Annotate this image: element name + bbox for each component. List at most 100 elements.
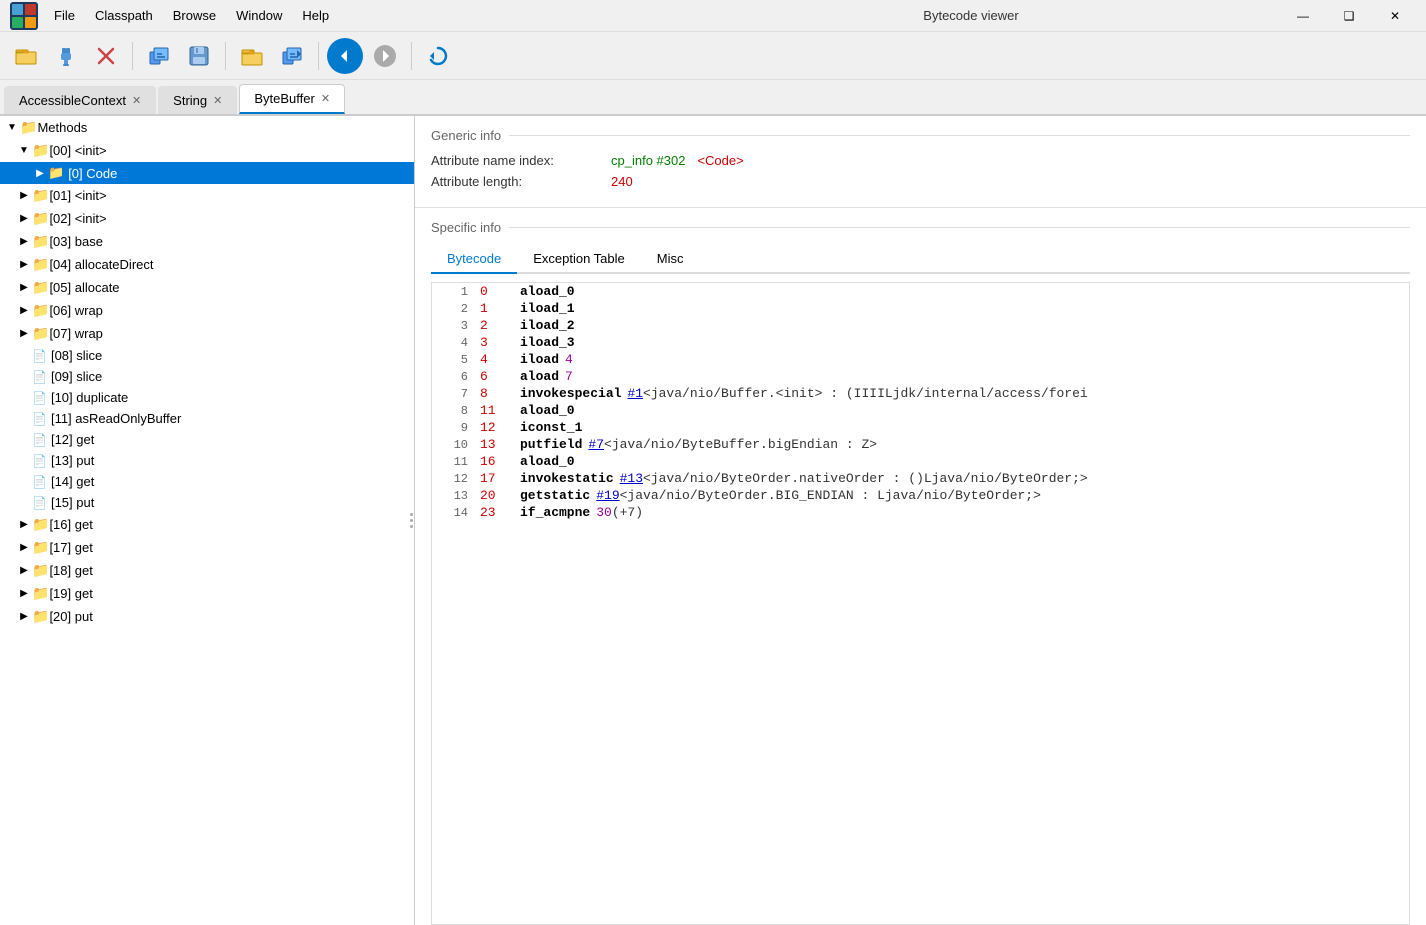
folder-icon: 📁 — [32, 302, 49, 319]
tab-bytebuffer[interactable]: ByteBuffer ✕ — [239, 84, 345, 114]
tab-label: String — [173, 93, 207, 108]
tree-item-01init[interactable]: ▶ 📁 [01] <init> — [0, 184, 414, 207]
line-number: 13 — [440, 489, 468, 503]
menu-window[interactable]: Window — [226, 4, 292, 27]
forward-button[interactable] — [367, 38, 403, 74]
file-icon: 📄 — [32, 370, 47, 384]
tree-item-10duplicate[interactable]: ▶ 📄 [10] duplicate — [0, 387, 414, 408]
tree-expand-icon: ▶ — [16, 282, 32, 293]
app-logo — [8, 0, 40, 32]
tab-close-accessiblecontext[interactable]: ✕ — [132, 94, 141, 107]
tree-methods-root[interactable]: ▼ 📁 Methods — [0, 116, 414, 139]
attribute-name-value-green[interactable]: cp_info #302 — [611, 153, 685, 168]
tree-item-label: [05] allocate — [49, 280, 119, 295]
open-folder-button[interactable] — [234, 38, 270, 74]
tree-item-20put[interactable]: ▶ 📁 [20] put — [0, 605, 414, 628]
tree-item-05allocate[interactable]: ▶ 📁 [05] allocate — [0, 276, 414, 299]
tree-item-16get[interactable]: ▶ 📁 [16] get — [0, 513, 414, 536]
tab-close-string[interactable]: ✕ — [213, 94, 222, 107]
tree-item-18get[interactable]: ▶ 📁 [18] get — [0, 559, 414, 582]
tab-string[interactable]: String ✕ — [158, 86, 237, 114]
tree-item-09slice[interactable]: ▶ 📄 [09] slice — [0, 366, 414, 387]
tree-item-04allocatedirect[interactable]: ▶ 📁 [04] allocateDirect — [0, 253, 414, 276]
tree-expand-icon: ▶ — [16, 328, 32, 339]
tree-item-02init[interactable]: ▶ 📁 [02] <init> — [0, 207, 414, 230]
opcode-ref[interactable]: #1 — [627, 386, 643, 401]
opcode-comment: <java/nio/ByteBuffer.bigEndian : Z> — [604, 437, 877, 452]
tree-item-17get[interactable]: ▶ 📁 [17] get — [0, 536, 414, 559]
panel-resize-handle[interactable] — [408, 116, 414, 925]
tab-close-bytebuffer[interactable]: ✕ — [321, 92, 330, 105]
folder-icon: 📁 — [32, 142, 49, 159]
export-button[interactable] — [274, 38, 310, 74]
close-tab-button[interactable] — [88, 38, 124, 74]
tree-item-13put[interactable]: ▶ 📄 [13] put — [0, 450, 414, 471]
window-controls: — ❑ ✕ — [1280, 0, 1418, 32]
tree-item-08slice[interactable]: ▶ 📄 [08] slice — [0, 345, 414, 366]
line-number: 5 — [440, 353, 468, 367]
tree-item-00init[interactable]: ▼ 📁 [00] <init> — [0, 139, 414, 162]
attribute-length-label: Attribute length: — [431, 174, 611, 189]
menu-browse[interactable]: Browse — [163, 4, 226, 27]
tree-item-label: [14] get — [51, 474, 94, 489]
code-tabs: Bytecode Exception Table Misc — [431, 245, 1410, 274]
opcode-comment: <java/nio/ByteOrder.nativeOrder : ()Ljav… — [643, 471, 1088, 486]
line-number: 14 — [440, 506, 468, 520]
tree-item-label: [0] Code — [68, 166, 117, 181]
left-panel[interactable]: ▼ 📁 Methods ▼ 📁 [00] <init> ▶ 📁 [0] Code… — [0, 116, 415, 925]
tree-item-label: [08] slice — [51, 348, 102, 363]
tree-item-15put[interactable]: ▶ 📄 [15] put — [0, 492, 414, 513]
import-button[interactable] — [141, 38, 177, 74]
tree-item-label: [01] <init> — [49, 188, 106, 203]
file-icon: 📄 — [32, 454, 47, 468]
tree-item-12get[interactable]: ▶ 📄 [12] get — [0, 429, 414, 450]
menu-file[interactable]: File — [44, 4, 85, 27]
code-line: 1 0 aload_0 — [432, 283, 1409, 300]
code-line: 12 17 invokestatic #13 <java/nio/ByteOrd… — [432, 470, 1409, 487]
back-button[interactable] — [327, 38, 363, 74]
tab-misc[interactable]: Misc — [641, 245, 700, 274]
reload-button[interactable] — [420, 38, 456, 74]
tree-item-11asreadonlybuffer[interactable]: ▶ 📄 [11] asReadOnlyBuffer — [0, 408, 414, 429]
line-number: 7 — [440, 387, 468, 401]
byte-offset: 8 — [480, 386, 508, 401]
tab-label: ByteBuffer — [254, 91, 314, 106]
save-button[interactable] — [181, 38, 217, 74]
tree-item-07wrap[interactable]: ▶ 📁 [07] wrap — [0, 322, 414, 345]
byte-offset: 17 — [480, 471, 508, 486]
tab-exception-table[interactable]: Exception Table — [517, 245, 641, 274]
tree-item-label: [03] base — [49, 234, 103, 249]
minimize-button[interactable]: — — [1280, 0, 1326, 32]
tree-item-0code[interactable]: ▶ 📁 [0] Code — [0, 162, 414, 184]
line-number: 12 — [440, 472, 468, 486]
menu-bar: File Classpath Browse Window Help — [44, 4, 662, 27]
plug-button[interactable] — [48, 38, 84, 74]
tree-item-19get[interactable]: ▶ 📁 [19] get — [0, 582, 414, 605]
tab-accessiblecontext[interactable]: AccessibleContext ✕ — [4, 86, 156, 114]
tree-item-06wrap[interactable]: ▶ 📁 [06] wrap — [0, 299, 414, 322]
toolbar-separator-2 — [225, 42, 226, 70]
opcode-ref[interactable]: #19 — [596, 488, 619, 503]
opcode-ref[interactable]: #13 — [620, 471, 643, 486]
bytecode-content[interactable]: 1 0 aload_0 2 1 iload_1 3 2 iload_2 — [431, 282, 1410, 925]
menu-classpath[interactable]: Classpath — [85, 4, 163, 27]
opcode: iload — [520, 352, 559, 367]
code-line: 10 13 putfield #7 <java/nio/ByteBuffer.b… — [432, 436, 1409, 453]
tab-bytecode[interactable]: Bytecode — [431, 245, 517, 274]
byte-offset: 23 — [480, 505, 508, 520]
tree-item-03base[interactable]: ▶ 📁 [03] base — [0, 230, 414, 253]
tree-item-14get[interactable]: ▶ 📄 [14] get — [0, 471, 414, 492]
opcode-arg: 4 — [565, 352, 573, 367]
byte-offset: 1 — [480, 301, 508, 316]
restore-button[interactable]: ❑ — [1326, 0, 1372, 32]
toolbar — [0, 32, 1426, 80]
menu-help[interactable]: Help — [292, 4, 339, 27]
opcode: putfield — [520, 437, 582, 452]
tree-item-label: [18] get — [49, 563, 92, 578]
byte-offset: 13 — [480, 437, 508, 452]
open-file-button[interactable] — [8, 38, 44, 74]
opcode-ref[interactable]: #7 — [588, 437, 604, 452]
file-icon: 📄 — [32, 433, 47, 447]
close-button[interactable]: ✕ — [1372, 0, 1418, 32]
opcode: invokestatic — [520, 471, 614, 486]
